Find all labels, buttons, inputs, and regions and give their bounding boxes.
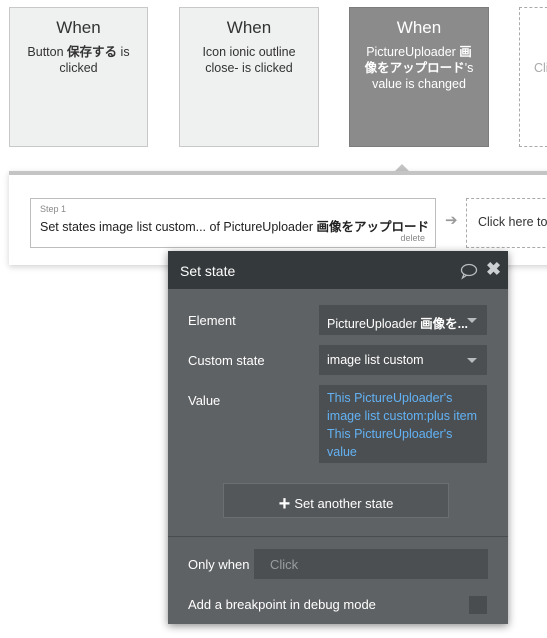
- event-card-description: Button 保存する is clicked: [27, 45, 130, 75]
- add-event-label: Cli: [534, 61, 547, 75]
- event-card-title: When: [226, 18, 272, 37]
- popup-header: Set state ✖: [168, 251, 508, 289]
- event-card-title: When: [56, 18, 101, 37]
- only-when-field[interactable]: Click: [254, 549, 488, 579]
- add-step-label: Click here to: [478, 215, 547, 229]
- event-card-description: PictureUploader 画像をアップロード's value is cha…: [364, 45, 474, 91]
- step-number: Step 1: [40, 204, 67, 214]
- add-step-card[interactable]: Click here to: [466, 198, 547, 248]
- popup-title: Set state: [180, 263, 236, 279]
- breakpoint-checkbox[interactable]: [469, 596, 487, 614]
- add-event-card[interactable]: Cli: [519, 7, 547, 147]
- comment-icon[interactable]: [460, 262, 478, 280]
- breakpoint-label: Add a breakpoint in debug mode: [188, 597, 376, 612]
- event-card-save-button[interactable]: When Button 保存する is clicked: [9, 7, 148, 147]
- plus-icon: +: [278, 493, 291, 515]
- value-expression-field[interactable]: This PictureUploader's image list custom…: [319, 385, 487, 463]
- custom-state-label: Custom state: [188, 353, 265, 368]
- event-card-close-icon[interactable]: When Icon ionic outline close- is clicke…: [179, 7, 319, 147]
- chevron-down-icon: [467, 358, 477, 363]
- workflow-editor: When Button 保存する is clicked When Icon io…: [0, 0, 547, 638]
- set-state-popup: Set state ✖ Element PictureUploader 画像を.…: [168, 251, 508, 624]
- event-card-description: Icon ionic outline close- is clicked: [202, 45, 296, 75]
- event-card-picture-uploader[interactable]: When PictureUploader 画像をアップロード's value i…: [349, 7, 489, 147]
- value-label: Value: [188, 393, 221, 408]
- close-icon[interactable]: ✖: [486, 259, 501, 280]
- delete-step-link[interactable]: delete: [400, 233, 425, 243]
- step-description: Set states image list custom... of Pictu…: [40, 220, 430, 234]
- element-dropdown[interactable]: PictureUploader 画像を...: [319, 305, 487, 335]
- set-another-state-button[interactable]: + Set another state: [223, 483, 449, 518]
- step-1-card[interactable]: Step 1 Set states image list custom... o…: [30, 198, 436, 248]
- event-card-title: When: [396, 18, 442, 37]
- chevron-down-icon: [467, 318, 477, 323]
- element-label: Element: [188, 313, 236, 328]
- custom-state-dropdown[interactable]: image list custom: [319, 345, 487, 375]
- only-when-label: Only when: [188, 557, 250, 572]
- selected-event-pointer: [395, 164, 409, 171]
- arrow-right-icon: ➔: [445, 212, 458, 229]
- divider: [168, 536, 508, 537]
